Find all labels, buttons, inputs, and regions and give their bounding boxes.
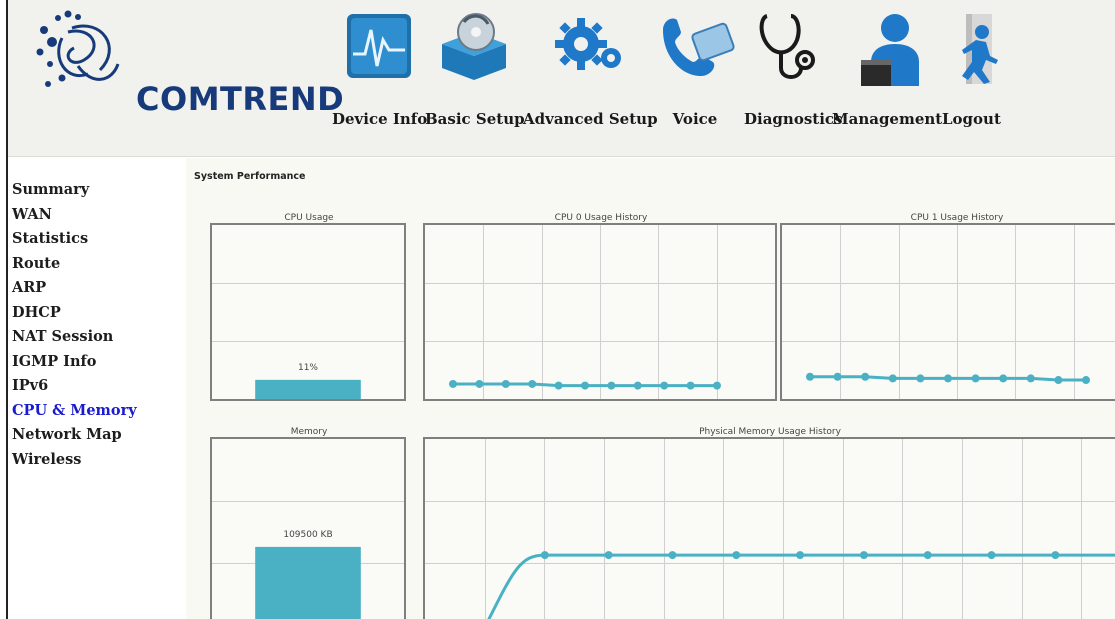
nav-label: Logout <box>942 110 1001 128</box>
nav-logout[interactable]: Logout <box>942 10 1001 150</box>
sidebar-item-statistics[interactable]: Statistics <box>8 227 183 252</box>
logout-running-icon <box>962 14 998 84</box>
data-point <box>660 381 669 390</box>
data-point <box>540 551 549 560</box>
nav-device-info[interactable]: Device Info <box>332 10 428 150</box>
nav-label: Diagnostics <box>744 110 843 128</box>
voice-phone-icon <box>663 18 735 76</box>
data-point <box>923 551 932 560</box>
cpu0-history-panel <box>423 223 777 401</box>
sidebar-item-igmp-info[interactable]: IGMP Info <box>8 350 183 375</box>
data-point <box>833 372 842 381</box>
data-point <box>944 374 952 383</box>
data-point <box>732 551 741 560</box>
main-content: System Performance CPU Usage 11% CPU 0 U… <box>186 158 1115 619</box>
data-point <box>501 379 510 388</box>
memory-label: 109500 KB <box>283 530 332 540</box>
sidebar-item-arp[interactable]: ARP <box>8 276 183 301</box>
memory-history-title: Physical Memory Usage History <box>699 427 841 437</box>
data-point <box>916 374 925 383</box>
data-point <box>796 551 805 560</box>
nav-management[interactable]: Management <box>832 10 942 150</box>
nav-label: Voice <box>672 110 718 128</box>
sidebar-item-network-map[interactable]: Network Map <box>8 423 183 448</box>
data-point <box>607 381 616 390</box>
memory-history-panel <box>423 437 1115 619</box>
series-line <box>487 553 1115 619</box>
brand-wordmark: COMTREND <box>136 80 345 118</box>
memory-bar <box>255 546 361 619</box>
data-point <box>987 551 996 560</box>
nav-label: Advanced Setup <box>523 110 658 128</box>
data-point <box>449 379 457 388</box>
data-point <box>581 381 589 390</box>
nav-label: Device Info <box>332 110 428 128</box>
sidebar-item-nat-session[interactable]: NAT Session <box>8 325 183 350</box>
sidebar-item-cpu-memory[interactable]: CPU & Memory <box>8 399 183 424</box>
sidebar-item-wan[interactable]: WAN <box>8 203 183 228</box>
data-point <box>861 372 870 381</box>
sidebar-item-wireless[interactable]: Wireless <box>8 448 183 473</box>
cpu0-history-title: CPU 0 Usage History <box>554 213 648 223</box>
cpu-usage-bar <box>255 379 361 399</box>
data-point <box>806 372 814 381</box>
memory-title: Memory <box>290 427 328 437</box>
chart-svg: 11% <box>212 283 404 399</box>
chart-svg <box>425 439 1115 619</box>
data-point <box>554 381 563 390</box>
brand-swirl-icon <box>36 10 120 87</box>
nav-basic-setup[interactable]: Basic Setup <box>425 10 525 150</box>
stethoscope-icon <box>759 14 815 79</box>
data-point <box>475 379 484 388</box>
cpu-usage-label: 11% <box>298 363 318 373</box>
cpu-usage-title: CPU Usage <box>284 213 334 223</box>
sidebar-item-route[interactable]: Route <box>8 252 183 277</box>
cpu-usage-panel: 11% <box>210 223 406 401</box>
data-point <box>1054 376 1063 385</box>
data-point <box>668 551 677 560</box>
data-point <box>888 374 897 383</box>
advanced-setup-icon <box>555 18 621 70</box>
cpu1-history-panel <box>780 223 1115 401</box>
data-point <box>528 379 537 388</box>
data-point <box>713 381 721 390</box>
management-user-icon <box>861 14 919 86</box>
sidebar-item-summary[interactable]: Summary <box>8 178 183 203</box>
comtrend-logo: COMTREND <box>22 8 344 118</box>
sidebar: Summary WAN Statistics Route ARP DHCP NA… <box>8 158 183 619</box>
data-point <box>1026 374 1035 383</box>
nav-diagnostics[interactable]: Diagnostics <box>744 10 843 150</box>
header: COMTREND Device Info Basic Setup Advance… <box>8 0 1115 157</box>
data-point <box>686 381 695 390</box>
data-point <box>1082 376 1090 385</box>
nav-advanced-setup[interactable]: Advanced Setup <box>523 10 658 150</box>
data-point <box>1051 551 1060 560</box>
chart-svg: 109500 KB <box>212 501 404 619</box>
data-point <box>971 374 980 383</box>
data-point <box>999 374 1008 383</box>
nav-label: Basic Setup <box>425 110 525 128</box>
app-frame: COMTREND Device Info Basic Setup Advance… <box>6 0 1115 619</box>
nav-voice[interactable]: Voice <box>655 10 735 150</box>
chart-svg <box>425 225 775 399</box>
sidebar-item-ipv6[interactable]: IPv6 <box>8 374 183 399</box>
nav-label: Management <box>832 110 943 128</box>
device-info-icon <box>346 14 411 78</box>
data-point <box>604 551 613 560</box>
cpu1-history-title: CPU 1 Usage History <box>910 213 1004 223</box>
data-point <box>859 551 868 560</box>
sidebar-item-dhcp[interactable]: DHCP <box>8 301 183 326</box>
memory-panel: 109500 KB <box>210 437 406 619</box>
basic-setup-icon <box>442 13 506 80</box>
data-point <box>633 381 642 390</box>
chart-svg <box>782 225 1115 399</box>
page-title: System Performance <box>194 171 306 182</box>
